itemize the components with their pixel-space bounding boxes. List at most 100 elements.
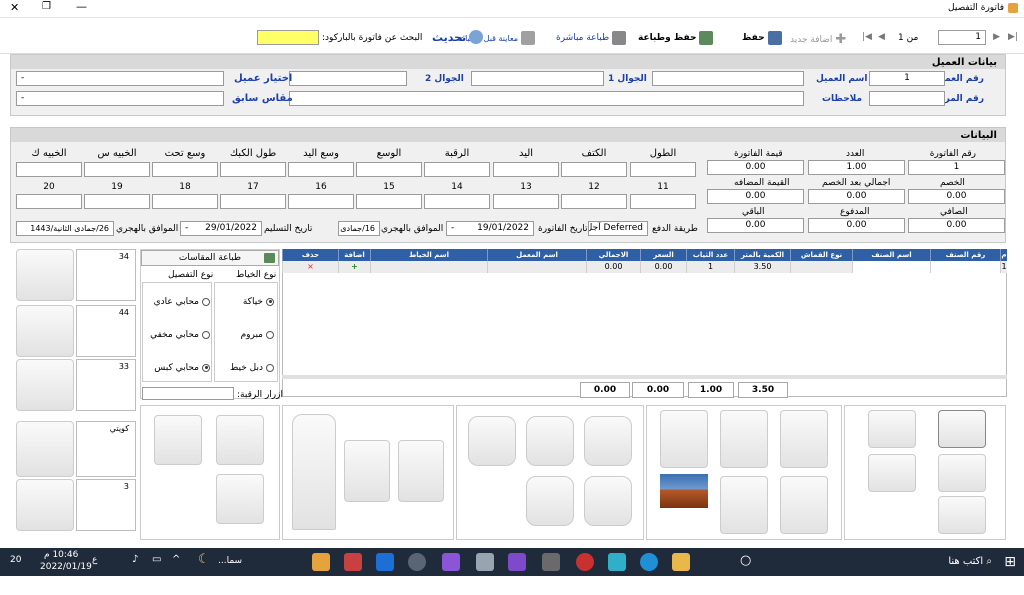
vs2-icon[interactable]: [442, 553, 460, 571]
tools-icon[interactable]: [542, 553, 560, 571]
refresh-button[interactable]: تحديث: [432, 30, 484, 44]
placket-style-1-image[interactable]: [780, 410, 828, 468]
select-customer-dropdown[interactable]: -: [16, 71, 224, 86]
style-image-2[interactable]: [16, 305, 74, 357]
invoice-date-input[interactable]: - 19/01/2022: [446, 221, 534, 236]
measure-input[interactable]: [561, 162, 627, 177]
collar-buttons-input[interactable]: [142, 387, 234, 400]
measure-input[interactable]: [493, 162, 559, 177]
after-discount-input[interactable]: 0.00: [808, 189, 905, 204]
measure-input[interactable]: [493, 194, 559, 209]
collar-style-2-image[interactable]: [868, 410, 916, 448]
thobe-image[interactable]: [292, 414, 336, 530]
cuff-style-1-image[interactable]: [584, 416, 632, 466]
invoice-hijri-input[interactable]: 16/جمادى الثانية/: [338, 221, 380, 236]
radio-circle-icon[interactable]: [202, 363, 210, 372]
detail-type-radio[interactable]: محابي كبس: [148, 363, 210, 373]
measure-input[interactable]: [630, 194, 696, 209]
shirt-style-1-image[interactable]: [344, 440, 390, 502]
invoice-value-input[interactable]: 0.00: [707, 160, 804, 175]
measure-input[interactable]: [424, 194, 490, 209]
table-cell[interactable]: ×: [282, 261, 338, 273]
grid-scrollbar[interactable]: [282, 375, 1007, 379]
close-icon[interactable]: ✕: [10, 1, 19, 14]
pocket-style-1-image[interactable]: [216, 415, 264, 465]
nav-first-icon[interactable]: ▶|: [1008, 32, 1018, 42]
table-row[interactable]: 1 3.50 1 0.00 0.00 + ×: [282, 261, 1007, 273]
radio-circle-icon[interactable]: [266, 363, 274, 372]
vs-icon[interactable]: [508, 553, 526, 571]
clock-date[interactable]: 2022/01/19: [40, 562, 92, 572]
landscape-image[interactable]: [660, 474, 708, 508]
style-number-cell[interactable]: 34: [76, 249, 136, 301]
table-cell[interactable]: +: [338, 261, 370, 273]
radio-circle-icon[interactable]: [266, 297, 274, 306]
collar-style-4-image[interactable]: [868, 454, 916, 492]
explorer-icon[interactable]: [672, 553, 690, 571]
style-number-cell[interactable]: كويتي: [76, 421, 136, 477]
collar-style-5-image[interactable]: [938, 496, 986, 534]
delivery-date-dropdown-icon[interactable]: -: [185, 222, 188, 235]
start-icon[interactable]: ⊞: [1004, 554, 1016, 570]
invoice-no-input[interactable]: 1: [908, 160, 1005, 175]
vat-input[interactable]: 0.00: [707, 189, 804, 204]
task-view-icon[interactable]: ○: [740, 553, 751, 568]
tray-chevron-icon[interactable]: ^: [172, 554, 180, 565]
barcode-input[interactable]: [257, 30, 319, 45]
app-grid-icon[interactable]: [344, 553, 362, 571]
direct-print-button[interactable]: طباعة مباشرة: [556, 31, 627, 45]
nav-prev-icon[interactable]: ◀: [878, 32, 885, 42]
pocket-style-2-image[interactable]: [154, 415, 202, 465]
measure-input[interactable]: [152, 162, 218, 177]
detail-type-radio[interactable]: محابي عادي: [148, 297, 210, 307]
shirt-style-2-image[interactable]: [398, 440, 444, 502]
measure-input[interactable]: [220, 162, 286, 177]
edge-icon[interactable]: [640, 553, 658, 571]
placket-style-5-image[interactable]: [720, 476, 768, 534]
sql-icon[interactable]: [476, 553, 494, 571]
presenter-icon[interactable]: [576, 553, 594, 571]
measure-input[interactable]: [16, 194, 82, 209]
net-input[interactable]: 0.00: [908, 218, 1005, 233]
nav-next-icon[interactable]: ▶: [993, 32, 1000, 42]
style-number-cell[interactable]: 3: [76, 479, 136, 531]
cuff-style-3-image[interactable]: [468, 416, 516, 466]
remaining-input[interactable]: 0.00: [707, 218, 804, 233]
settings-icon[interactable]: [408, 553, 426, 571]
network-icon[interactable]: ▭: [152, 554, 161, 565]
mobile1-input[interactable]: [471, 71, 604, 86]
customer-name-input[interactable]: [652, 71, 804, 86]
measure-input[interactable]: [356, 194, 422, 209]
measure-input[interactable]: [424, 162, 490, 177]
nav-last-icon[interactable]: |◀: [862, 32, 872, 42]
measure-input[interactable]: [16, 162, 82, 177]
lang-indicator[interactable]: ع: [92, 555, 97, 565]
measure-input[interactable]: [630, 162, 696, 177]
style-image-4[interactable]: [16, 421, 74, 477]
style-number-cell[interactable]: 44: [76, 305, 136, 357]
measure-input[interactable]: [152, 194, 218, 209]
pocket-style-3-image[interactable]: [216, 474, 264, 524]
collar-style-3-image[interactable]: [938, 454, 986, 492]
paid-input[interactable]: 0.00: [808, 218, 905, 233]
style-number-cell[interactable]: 33: [76, 359, 136, 411]
maximize-icon[interactable]: ❐: [42, 1, 51, 12]
discount-input[interactable]: 0.00: [908, 189, 1005, 204]
measure-input[interactable]: [220, 194, 286, 209]
delivery-date-input[interactable]: - 29/01/2022: [180, 221, 262, 236]
notification-badge[interactable]: 20: [10, 555, 21, 565]
minimize-icon[interactable]: —: [76, 0, 87, 13]
payment-method-dropdown[interactable]: Deferred آجل: [588, 221, 648, 236]
add-new-button[interactable]: ✚ اضافة جديد: [790, 32, 846, 47]
page-number-input[interactable]: 1: [938, 30, 986, 45]
detail-type-radio[interactable]: محابي مخفي: [148, 330, 210, 340]
photo-icon[interactable]: [608, 553, 626, 571]
active-app-icon[interactable]: [312, 553, 330, 571]
delivery-hijri-input[interactable]: 26/جمادى الثانية/1443: [16, 221, 114, 236]
save-print-button[interactable]: حفظ وطباعة: [638, 31, 714, 45]
measure-input[interactable]: [288, 194, 354, 209]
measure-input[interactable]: [561, 194, 627, 209]
prev-measure-dropdown[interactable]: -: [16, 91, 224, 106]
measure-input[interactable]: [288, 162, 354, 177]
cuff-style-5-image[interactable]: [526, 476, 574, 526]
